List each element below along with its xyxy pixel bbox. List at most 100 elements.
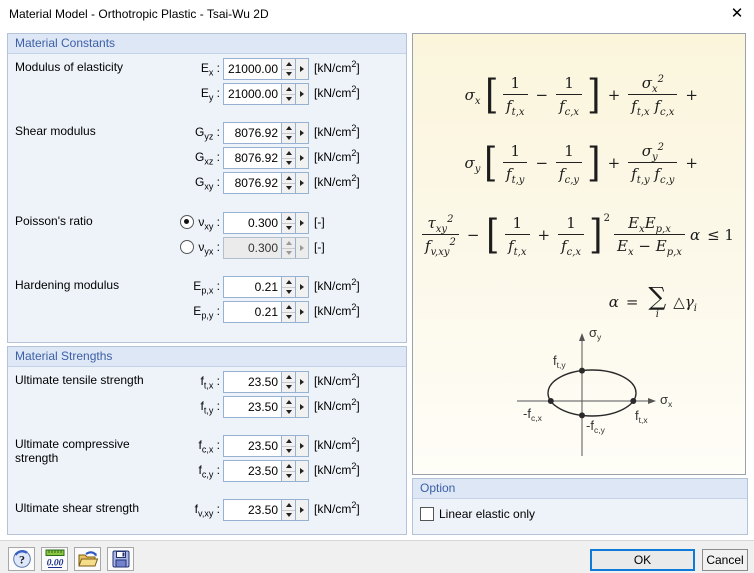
spin-up-button[interactable] bbox=[282, 213, 295, 224]
epx-input[interactable]: 0.21 bbox=[223, 276, 309, 298]
spin-up-button[interactable] bbox=[282, 461, 295, 472]
spin-down-button[interactable] bbox=[282, 287, 295, 297]
spin-up-button[interactable] bbox=[282, 123, 295, 134]
fcx-input[interactable]: 23.50 bbox=[223, 435, 309, 457]
gxz-spinner[interactable] bbox=[281, 148, 295, 168]
spin-up-button[interactable] bbox=[282, 59, 295, 70]
gxz-detail-arrow-button[interactable] bbox=[295, 148, 308, 168]
formula-line-1: σx [ 1 ft,x − 1 fc,x ] + σx2 ft,x fc,x + bbox=[464, 71, 698, 118]
gxy-value[interactable]: 8076.92 bbox=[224, 173, 281, 193]
gyz-detail-arrow-button[interactable] bbox=[295, 123, 308, 143]
spin-up-button[interactable] bbox=[282, 436, 295, 447]
spin-down-button[interactable] bbox=[282, 407, 295, 417]
vxy-input[interactable]: 0.300 bbox=[223, 212, 309, 234]
spin-down-button[interactable] bbox=[282, 382, 295, 392]
vxy-value[interactable]: 0.300 bbox=[224, 213, 281, 233]
linear-elastic-label[interactable]: Linear elastic only bbox=[439, 507, 535, 521]
fty-value[interactable]: 23.50 bbox=[224, 397, 281, 417]
epy-spinner[interactable] bbox=[281, 302, 295, 322]
vxy-detail-arrow-button[interactable] bbox=[295, 213, 308, 233]
ey-spinner[interactable] bbox=[281, 84, 295, 104]
ftx-input[interactable]: 23.50 bbox=[223, 371, 309, 393]
spin-up-button[interactable] bbox=[282, 372, 295, 383]
fvxy-spinner[interactable] bbox=[281, 500, 295, 520]
fcx-detail-arrow-button[interactable] bbox=[295, 436, 308, 456]
field-row-epy: Ep,y : 0.21 [kN/cm2] bbox=[8, 301, 406, 323]
ex-input[interactable]: 21000.00 bbox=[223, 58, 309, 80]
spin-up-button[interactable] bbox=[282, 173, 295, 184]
gyz-spinner[interactable] bbox=[281, 123, 295, 143]
units-decimal-icon: 0.00 bbox=[45, 549, 64, 568]
spin-down-button[interactable] bbox=[282, 446, 295, 456]
epy-input[interactable]: 0.21 bbox=[223, 301, 309, 323]
gxz-value[interactable]: 8076.92 bbox=[224, 148, 281, 168]
fvxy-input[interactable]: 23.50 bbox=[223, 499, 309, 521]
gxy-input[interactable]: 8076.92 bbox=[223, 172, 309, 194]
spin-up-button[interactable] bbox=[282, 397, 295, 408]
spin-up-button[interactable] bbox=[282, 500, 295, 511]
fty-input[interactable]: 23.50 bbox=[223, 396, 309, 418]
spin-up-button[interactable] bbox=[282, 302, 295, 313]
fty-detail-arrow-button[interactable] bbox=[295, 397, 308, 417]
save-button[interactable] bbox=[107, 547, 134, 571]
spin-down-button[interactable] bbox=[282, 471, 295, 481]
ey-input[interactable]: 21000.00 bbox=[223, 83, 309, 105]
spin-down-button[interactable] bbox=[282, 69, 295, 79]
material-strengths-group: Material Strengths Ultimate tensile stre… bbox=[7, 346, 407, 535]
help-button[interactable]: ? bbox=[8, 547, 35, 571]
fvxy-value[interactable]: 23.50 bbox=[224, 500, 281, 520]
epx-spinner[interactable] bbox=[281, 277, 295, 297]
spin-down-button[interactable] bbox=[282, 510, 295, 520]
epx-value[interactable]: 0.21 bbox=[224, 277, 281, 297]
gxy-detail-arrow-button[interactable] bbox=[295, 173, 308, 193]
gyz-unit: [kN/cm2] bbox=[314, 123, 360, 140]
vxy-unit: [-] bbox=[314, 215, 325, 229]
ex-value[interactable]: 21000.00 bbox=[224, 59, 281, 79]
epy-symbol: Ep,y : bbox=[193, 304, 220, 321]
ex-detail-arrow-button[interactable] bbox=[295, 59, 308, 79]
spin-down-button[interactable] bbox=[282, 158, 295, 168]
cancel-button[interactable]: Cancel bbox=[702, 549, 748, 571]
fcy-input[interactable]: 23.50 bbox=[223, 460, 309, 482]
spin-down-button[interactable] bbox=[282, 94, 295, 104]
fcy-spinner[interactable] bbox=[281, 461, 295, 481]
field-row-ey: Ey : 21000.00 [kN/cm2] bbox=[8, 83, 406, 105]
spin-up-button[interactable] bbox=[282, 84, 295, 95]
epy-detail-arrow-button[interactable] bbox=[295, 302, 308, 322]
title-bar: Material Model - Orthotropic Plastic - T… bbox=[0, 0, 754, 28]
ftx-detail-arrow-button[interactable] bbox=[295, 372, 308, 392]
spin-down-button[interactable] bbox=[282, 133, 295, 143]
gxy-spinner[interactable] bbox=[281, 173, 295, 193]
fcy-value[interactable]: 23.50 bbox=[224, 461, 281, 481]
gyz-input[interactable]: 8076.92 bbox=[223, 122, 309, 144]
spin-up-button[interactable] bbox=[282, 277, 295, 288]
fty-point-label: ft,y bbox=[553, 353, 566, 370]
ok-button[interactable]: OK bbox=[590, 549, 695, 571]
fcy-detail-arrow-button[interactable] bbox=[295, 461, 308, 481]
fcx-value[interactable]: 23.50 bbox=[224, 436, 281, 456]
gxz-unit: [kN/cm2] bbox=[314, 148, 360, 165]
fvxy-detail-arrow-button[interactable] bbox=[295, 500, 308, 520]
open-button[interactable] bbox=[74, 547, 101, 571]
field-row-gyz: Gyz : 8076.92 [kN/cm2] bbox=[8, 122, 406, 144]
spin-down-button[interactable] bbox=[282, 312, 295, 322]
units-settings-button[interactable]: 0.00 bbox=[41, 547, 68, 571]
ex-spinner[interactable] bbox=[281, 59, 295, 79]
gyz-value[interactable]: 8076.92 bbox=[224, 123, 281, 143]
formula-line-4: α = ∑ i △γi bbox=[608, 282, 697, 321]
ey-detail-arrow-button[interactable] bbox=[295, 84, 308, 104]
fty-spinner[interactable] bbox=[281, 397, 295, 417]
spin-down-button[interactable] bbox=[282, 183, 295, 193]
ftx-value[interactable]: 23.50 bbox=[224, 372, 281, 392]
close-icon[interactable]: ✕ bbox=[725, 3, 749, 25]
gxz-input[interactable]: 8076.92 bbox=[223, 147, 309, 169]
fcx-spinner[interactable] bbox=[281, 436, 295, 456]
vxy-spinner[interactable] bbox=[281, 213, 295, 233]
spin-down-button[interactable] bbox=[282, 223, 295, 233]
ey-value[interactable]: 21000.00 bbox=[224, 84, 281, 104]
epy-value[interactable]: 0.21 bbox=[224, 302, 281, 322]
linear-elastic-checkbox[interactable] bbox=[420, 507, 434, 521]
spin-up-button[interactable] bbox=[282, 148, 295, 159]
ftx-spinner[interactable] bbox=[281, 372, 295, 392]
epx-detail-arrow-button[interactable] bbox=[295, 277, 308, 297]
